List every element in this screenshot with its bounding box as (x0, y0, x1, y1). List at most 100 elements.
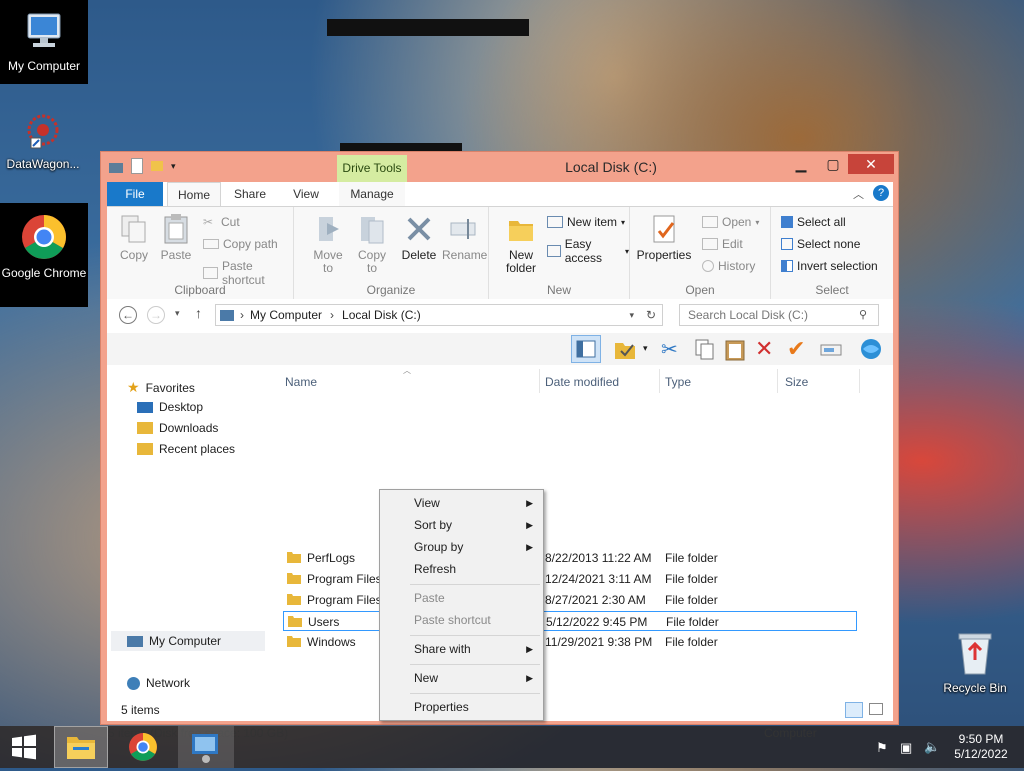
scissors-icon[interactable]: ✂ (661, 337, 685, 361)
table-row-selected[interactable]: Users 5/12/2022 9:45 PM File folder (283, 611, 857, 631)
details-view-icon[interactable] (845, 702, 863, 718)
menu-item-paste-shortcut[interactable]: Paste shortcut (380, 609, 543, 631)
properties-button[interactable]: Properties (636, 213, 692, 262)
forward-button[interactable]: → (147, 306, 165, 324)
new-folder-button[interactable]: New folder (499, 213, 543, 275)
maximize-button[interactable]: ▢ (820, 154, 846, 174)
clock[interactable]: 9:50 PM 5/12/2022 (946, 732, 1016, 762)
invert-selection-button[interactable]: Invert selection (781, 259, 878, 273)
move-to-button[interactable]: Move to (308, 213, 348, 275)
chevron-down-icon[interactable]: ▾ (643, 343, 648, 354)
chevron-down-icon[interactable]: ▾ (171, 161, 176, 172)
desktop-icon-datawagon[interactable]: DataWagon... (0, 108, 86, 171)
help-icon[interactable]: ? (873, 185, 889, 201)
history-button[interactable]: History (702, 259, 755, 273)
column-header-date[interactable]: Date modified (545, 375, 619, 389)
checkmark-icon[interactable]: ✔ (787, 337, 811, 361)
desktop-icon-recycle-bin[interactable]: Recycle Bin (932, 630, 1018, 695)
menu-item-new[interactable]: New ▶ (380, 667, 543, 689)
nav-network[interactable]: Network (127, 676, 190, 690)
menu-item-paste[interactable]: Paste (380, 587, 543, 609)
cut-button[interactable]: ✂ Cut (203, 215, 240, 229)
menu-item-refresh[interactable]: Refresh (380, 558, 543, 580)
table-row[interactable]: PerfLogs 8/22/2013 11:22 AM File folder (283, 548, 857, 568)
search-icon[interactable]: ⚲ (859, 308, 867, 321)
tab-file[interactable]: File (107, 182, 163, 206)
drive-icon[interactable] (109, 163, 123, 173)
globe-icon[interactable] (859, 337, 883, 361)
breadcrumb-my-computer[interactable]: My Computer (250, 308, 322, 322)
copy-button[interactable]: Copy (117, 213, 151, 262)
tab-view[interactable]: View (283, 182, 329, 206)
taskbar-chrome[interactable] (118, 726, 168, 768)
action-center-flag-icon[interactable]: ⚑ (876, 740, 888, 756)
menu-item-group-by[interactable]: Group by ▶ (380, 536, 543, 558)
nav-desktop[interactable]: Desktop (137, 400, 203, 414)
tab-share[interactable]: Share (225, 182, 275, 206)
nav-downloads[interactable]: Downloads (137, 421, 218, 435)
desktop-icon-my-computer[interactable]: My Computer (0, 0, 88, 84)
preview-pane-icon[interactable] (571, 335, 601, 363)
menu-item-properties[interactable]: Properties (380, 696, 543, 718)
menu-item-view[interactable]: View ▶ (380, 492, 543, 514)
column-header-size[interactable]: Size (785, 375, 808, 389)
table-row[interactable]: Program Files 12/24/2021 3:11 AM File fo… (283, 569, 857, 589)
custom-toolbar: ▾ ✂ ✕ ✔ (107, 333, 893, 365)
rename-button[interactable]: Rename (442, 213, 487, 262)
refresh-icon[interactable]: ↻ (646, 308, 656, 322)
copy-path-button[interactable]: Copy path (203, 237, 278, 251)
breadcrumb-local-disk[interactable]: Local Disk (C:) (342, 308, 421, 322)
taskbar-control-panel[interactable] (178, 726, 234, 768)
delete-button[interactable]: Delete (400, 213, 438, 262)
new-item-button[interactable]: New item ▾ (547, 215, 625, 229)
minimize-button[interactable]: ▁ (788, 154, 814, 174)
recent-locations-icon[interactable]: ▾ (175, 308, 180, 319)
tab-home[interactable]: Home (167, 182, 221, 207)
desktop-icon-google-chrome[interactable]: Google Chrome (0, 203, 88, 307)
copy-icon[interactable] (693, 337, 717, 361)
properties-folder-icon[interactable] (613, 337, 637, 361)
nav-favorites[interactable]: ★ Favorites (127, 379, 195, 396)
menu-item-share-with[interactable]: Share with ▶ (380, 638, 543, 660)
menu-item-sort-by[interactable]: Sort by ▶ (380, 514, 543, 536)
volume-muted-icon[interactable]: 🔈 (924, 739, 940, 755)
large-icons-view-icon[interactable] (869, 703, 883, 715)
nav-recent-places[interactable]: Recent places (137, 442, 235, 456)
table-row[interactable]: Windows 11/29/2021 9:38 PM File folder (283, 632, 857, 652)
paste-icon[interactable] (723, 337, 747, 361)
table-row[interactable]: Program Files (x86) 8/27/2021 2:30 AM Fi… (283, 590, 857, 610)
select-none-button[interactable]: Select none (781, 237, 860, 251)
up-button[interactable]: ↑ (195, 305, 202, 321)
close-button[interactable]: ✕ (848, 154, 894, 174)
easy-access-button[interactable]: Easy access ▾ (547, 237, 629, 265)
folder-icon (287, 636, 301, 647)
open-group-label: Open (685, 283, 715, 297)
select-all-button[interactable]: Select all (781, 215, 846, 229)
edit-button[interactable]: Edit (702, 237, 743, 251)
copy-to-button[interactable]: Copy to (352, 213, 392, 275)
nav-label: Network (146, 676, 191, 690)
open-button[interactable]: Open ▾ (702, 215, 759, 229)
column-header-type[interactable]: Type (665, 375, 691, 389)
delete-icon[interactable]: ✕ (755, 337, 779, 361)
column-header-name[interactable]: Name (285, 375, 317, 389)
title-bar[interactable]: ▾ Drive Tools Local Disk (C:) ▁ ▢ ✕ (101, 152, 898, 182)
start-button[interactable] (0, 726, 48, 768)
new-folder-icon[interactable] (151, 161, 163, 171)
network-status-icon[interactable]: ▣ (900, 740, 912, 756)
nav-label: My Computer (149, 634, 222, 648)
nav-my-computer[interactable]: My Computer (111, 631, 265, 651)
back-button[interactable]: ← (119, 306, 137, 324)
clock-time: 9:50 PM (958, 732, 1004, 746)
address-bar[interactable]: › My Computer › Local Disk (C:) ▾ ↻ (215, 304, 663, 326)
new-folder-label: New folder (505, 248, 537, 275)
tab-manage[interactable]: Manage (339, 182, 405, 206)
properties-icon[interactable] (131, 158, 143, 174)
paste-button[interactable]: Paste (159, 213, 193, 262)
collapse-ribbon-icon[interactable]: ︿ (853, 186, 864, 202)
chevron-right-icon: ▶ (526, 498, 533, 508)
rename-icon[interactable] (819, 337, 843, 361)
chevron-down-icon[interactable]: ▾ (629, 310, 634, 321)
taskbar-file-explorer[interactable] (54, 726, 108, 768)
search-input[interactable]: Search Local Disk (C:) (679, 304, 879, 326)
